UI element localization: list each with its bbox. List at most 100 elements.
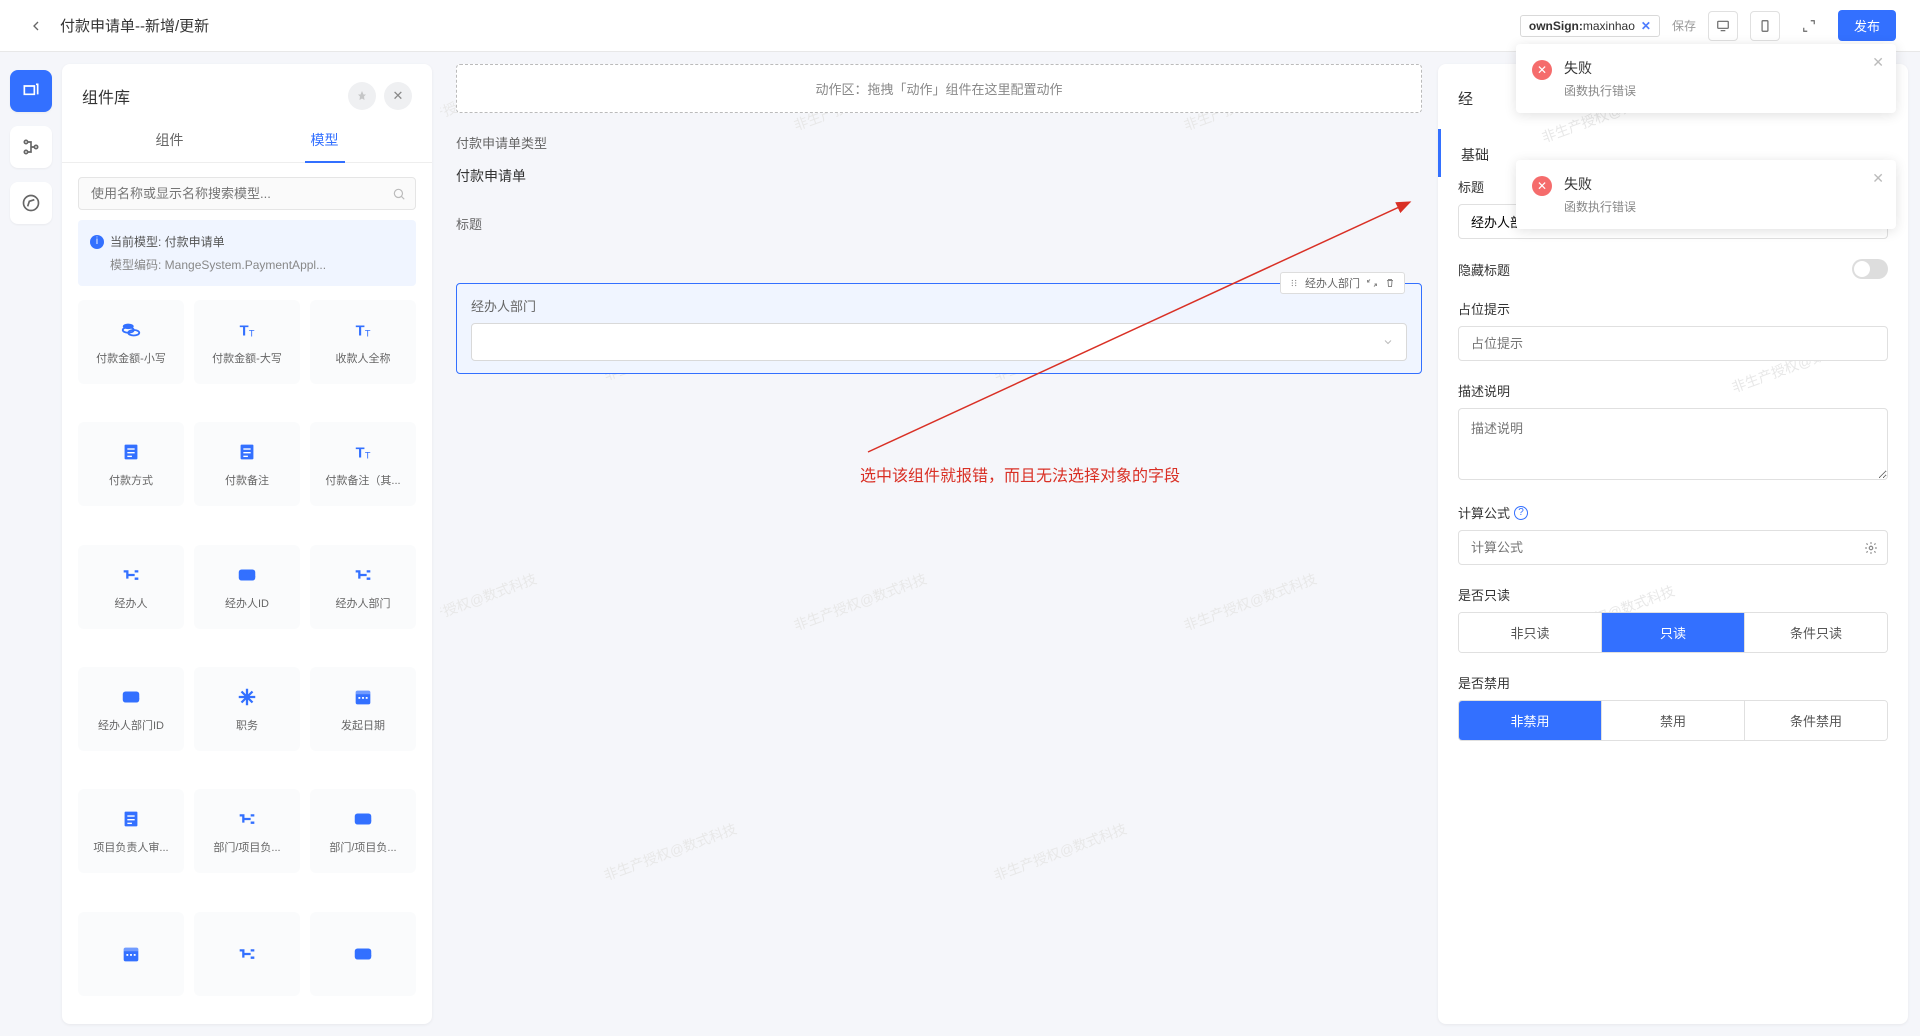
delete-icon[interactable] [1384, 277, 1396, 289]
component-card[interactable]: 职务 [194, 667, 300, 751]
toast-close-button[interactable]: ✕ [1872, 54, 1884, 71]
error-toast: ✕ 失败 函数执行错误 ✕ [1516, 160, 1896, 229]
annotation-text: 选中该组件就报错，而且无法选择对象的字段 [860, 462, 1180, 486]
svg-text:T: T [356, 446, 365, 462]
header-mobile-button[interactable] [1750, 11, 1780, 41]
field-payment-type[interactable]: 付款申请单类型 付款申请单 [456, 133, 1422, 192]
component-card[interactable]: 部门/项目负... [194, 789, 300, 873]
component-card[interactable]: TT付款备注（其... [310, 422, 416, 506]
field-title[interactable]: 标题 [456, 214, 1422, 261]
component-card[interactable]: 123 经办人ID [194, 545, 300, 629]
toast-close-button[interactable]: ✕ [1872, 170, 1884, 187]
watermark: 非生产授权@数式科技 [991, 819, 1130, 886]
model-info: i 当前模型: 付款申请单 模型编码: MangeSystem.PaymentA… [78, 220, 416, 286]
pin-icon [356, 90, 368, 102]
selected-field-toolbar: 经办人部门 [1280, 272, 1405, 294]
svg-text:123: 123 [242, 570, 254, 579]
field-label: 经办人部门 [471, 296, 1407, 315]
component-card[interactable]: 123 经办人部门ID [78, 667, 184, 751]
search-input[interactable] [78, 177, 416, 210]
library-close-button[interactable]: ✕ [384, 82, 412, 110]
tab-components[interactable]: 组件 [92, 118, 247, 162]
component-card[interactable]: 付款金额-小写 [78, 300, 184, 384]
swap-icon[interactable] [1366, 277, 1378, 289]
component-card[interactable]: 付款方式 [78, 422, 184, 506]
header-device-button[interactable] [1708, 11, 1738, 41]
id-icon: 123 [235, 563, 259, 587]
relation-icon [119, 563, 143, 587]
prop-description-input[interactable] [1458, 408, 1888, 480]
struct-icon [235, 685, 259, 709]
id-icon: 123 [119, 685, 143, 709]
hide-title-toggle[interactable] [1852, 259, 1888, 279]
rail-components-button[interactable] [10, 70, 52, 112]
id-icon: 123 [351, 942, 375, 966]
component-label: 经办人ID [221, 595, 273, 611]
component-card[interactable]: 123部门/项目负... [310, 789, 416, 873]
rail-structure-button[interactable] [10, 126, 52, 168]
svg-text:123: 123 [358, 949, 370, 958]
text-icon: TT [351, 440, 375, 464]
component-card[interactable]: TT付款金额-大写 [194, 300, 300, 384]
svg-text:T: T [365, 328, 371, 338]
disabled-button-group: 非禁用禁用条件禁用 [1458, 700, 1888, 741]
component-card[interactable]: 付款备注 [194, 422, 300, 506]
help-icon[interactable]: ? [1514, 506, 1528, 520]
select-dropdown[interactable] [471, 323, 1407, 361]
readonly-group-option[interactable]: 只读 [1602, 613, 1745, 652]
component-library: 组件库 ✕ 组件 模型 i 当前模型: 付款申请单 [62, 64, 432, 1024]
readonly-group-option[interactable]: 条件只读 [1745, 613, 1887, 652]
gear-icon[interactable] [1864, 541, 1878, 555]
component-card[interactable]: TT收款人全称 [310, 300, 416, 384]
component-label: 经办人 [111, 595, 152, 611]
owner-sign-close[interactable]: ✕ [1641, 19, 1651, 33]
svg-text:T: T [365, 451, 371, 461]
prop-placeholder-input[interactable] [1458, 326, 1888, 361]
component-card[interactable]: 经办人部门 [310, 545, 416, 629]
tab-model[interactable]: 模型 [247, 118, 402, 162]
disabled-group-option[interactable]: 条件禁用 [1745, 701, 1887, 740]
component-card[interactable]: 经办人 [78, 545, 184, 629]
readonly-group-option[interactable]: 非只读 [1459, 613, 1602, 652]
component-label: 经办人部门 [332, 595, 395, 611]
component-card[interactable]: 发起日期 [310, 667, 416, 751]
field-operator-dept-selected[interactable]: 经办人部门 经办人部门 [456, 283, 1422, 374]
compass-icon [21, 193, 41, 213]
disabled-group-option[interactable]: 非禁用 [1459, 701, 1602, 740]
doc-icon [119, 807, 143, 831]
back-button[interactable] [24, 14, 48, 38]
close-icon: ✕ [393, 88, 404, 104]
relation-icon [235, 807, 259, 831]
rail-inspect-button[interactable] [10, 182, 52, 224]
field-label: 付款申请单类型 [456, 133, 1422, 152]
toast-title: 失败 [1564, 174, 1856, 194]
library-pin-button[interactable] [348, 82, 376, 110]
component-label: 付款备注 [221, 472, 273, 488]
mobile-icon [1758, 19, 1772, 33]
component-card[interactable]: 123 [310, 912, 416, 996]
watermark: 非生产授权@数式科技 [1181, 569, 1320, 636]
drag-handle-icon[interactable] [1289, 278, 1299, 288]
prop-formula: 计算公式 ? [1458, 503, 1888, 565]
component-label: 经办人部门ID [94, 717, 168, 733]
watermark: 非生产授权@数式科技 [601, 819, 740, 886]
prop-formula-input[interactable] [1458, 530, 1888, 565]
doc-icon [235, 440, 259, 464]
action-drop-zone[interactable]: 动作区：拖拽「动作」组件在这里配置动作 [456, 64, 1422, 113]
left-rail [0, 52, 62, 1036]
toast-title: 失败 [1564, 58, 1856, 78]
info-icon: i [90, 235, 104, 249]
relation-icon [351, 563, 375, 587]
component-label: 职务 [232, 717, 262, 733]
disabled-group-option[interactable]: 禁用 [1602, 701, 1745, 740]
component-label: 项目负责人审... [89, 839, 172, 855]
component-card[interactable] [194, 912, 300, 996]
component-card[interactable]: 项目负责人审... [78, 789, 184, 873]
relation-icon [235, 942, 259, 966]
component-card[interactable] [78, 912, 184, 996]
header-expand-button[interactable] [1792, 14, 1826, 38]
component-label: 付款方式 [105, 472, 157, 488]
prop-placeholder: 占位提示 [1458, 299, 1888, 361]
publish-button[interactable]: 发布 [1838, 10, 1896, 41]
svg-text:T: T [240, 324, 249, 340]
